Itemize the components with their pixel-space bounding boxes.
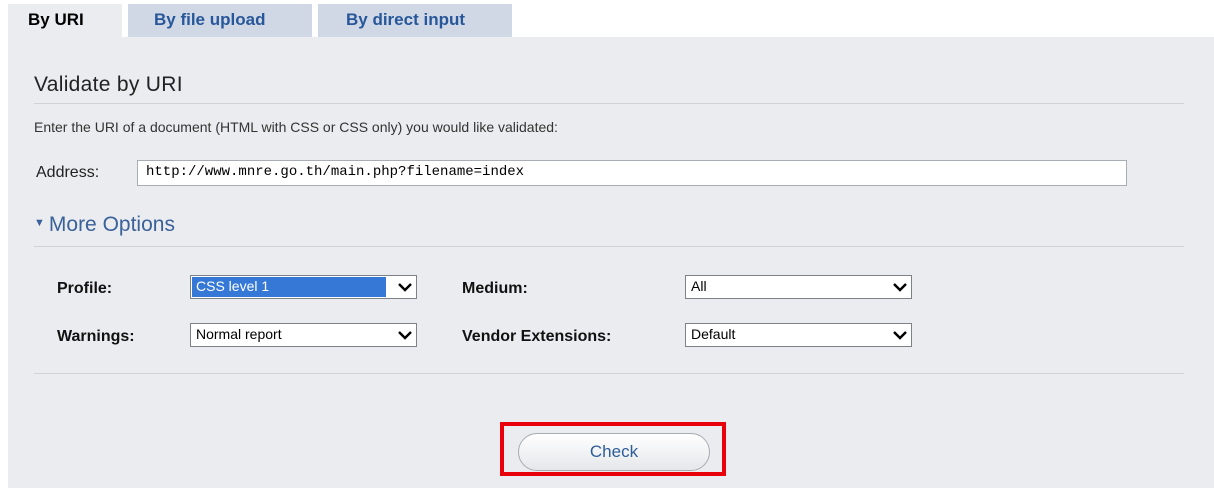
more-options-toggle[interactable]: ▼ More Options [34,213,175,237]
divider [34,246,1184,247]
warnings-select[interactable]: Normal report [190,323,417,347]
medium-value: All [691,278,707,294]
address-label: Address: [36,164,100,181]
page-title: Validate by URI [34,73,183,96]
warnings-label: Warnings: [57,328,135,345]
vendor-extensions-label: Vendor Extensions: [462,328,612,345]
warnings-value: Normal report [196,326,282,342]
check-highlight-frame: Check [500,422,726,476]
profile-value: CSS level 1 [192,277,386,297]
tab-bar: By URI By file upload By direct input [8,4,512,37]
chevron-down-icon [893,283,907,292]
tab-by-uri[interactable]: By URI [8,4,122,37]
chevron-down-icon [893,331,907,340]
intro-text: Enter the URI of a document (HTML with C… [34,119,558,135]
more-options-label: More Options [48,213,175,236]
profile-label: Profile: [57,280,113,297]
check-button[interactable]: Check [518,433,710,471]
vendor-extensions-select[interactable]: Default [685,323,912,347]
medium-label: Medium: [462,280,528,297]
divider [34,373,1184,374]
vendor-extensions-value: Default [691,326,736,342]
validate-panel: Validate by URI Enter the URI of a docum… [8,37,1214,488]
tab-by-file-upload[interactable]: By file upload [128,4,312,37]
profile-select[interactable]: CSS level 1 [190,275,417,299]
chevron-down-icon [398,331,412,340]
triangle-down-icon: ▼ [34,217,45,230]
medium-select[interactable]: All [685,275,912,299]
divider [34,103,1184,104]
chevron-down-icon [398,283,412,292]
address-input[interactable]: http://www.mnre.go.th/main.php?filename=… [137,160,1127,186]
tab-by-direct-input[interactable]: By direct input [318,4,512,37]
